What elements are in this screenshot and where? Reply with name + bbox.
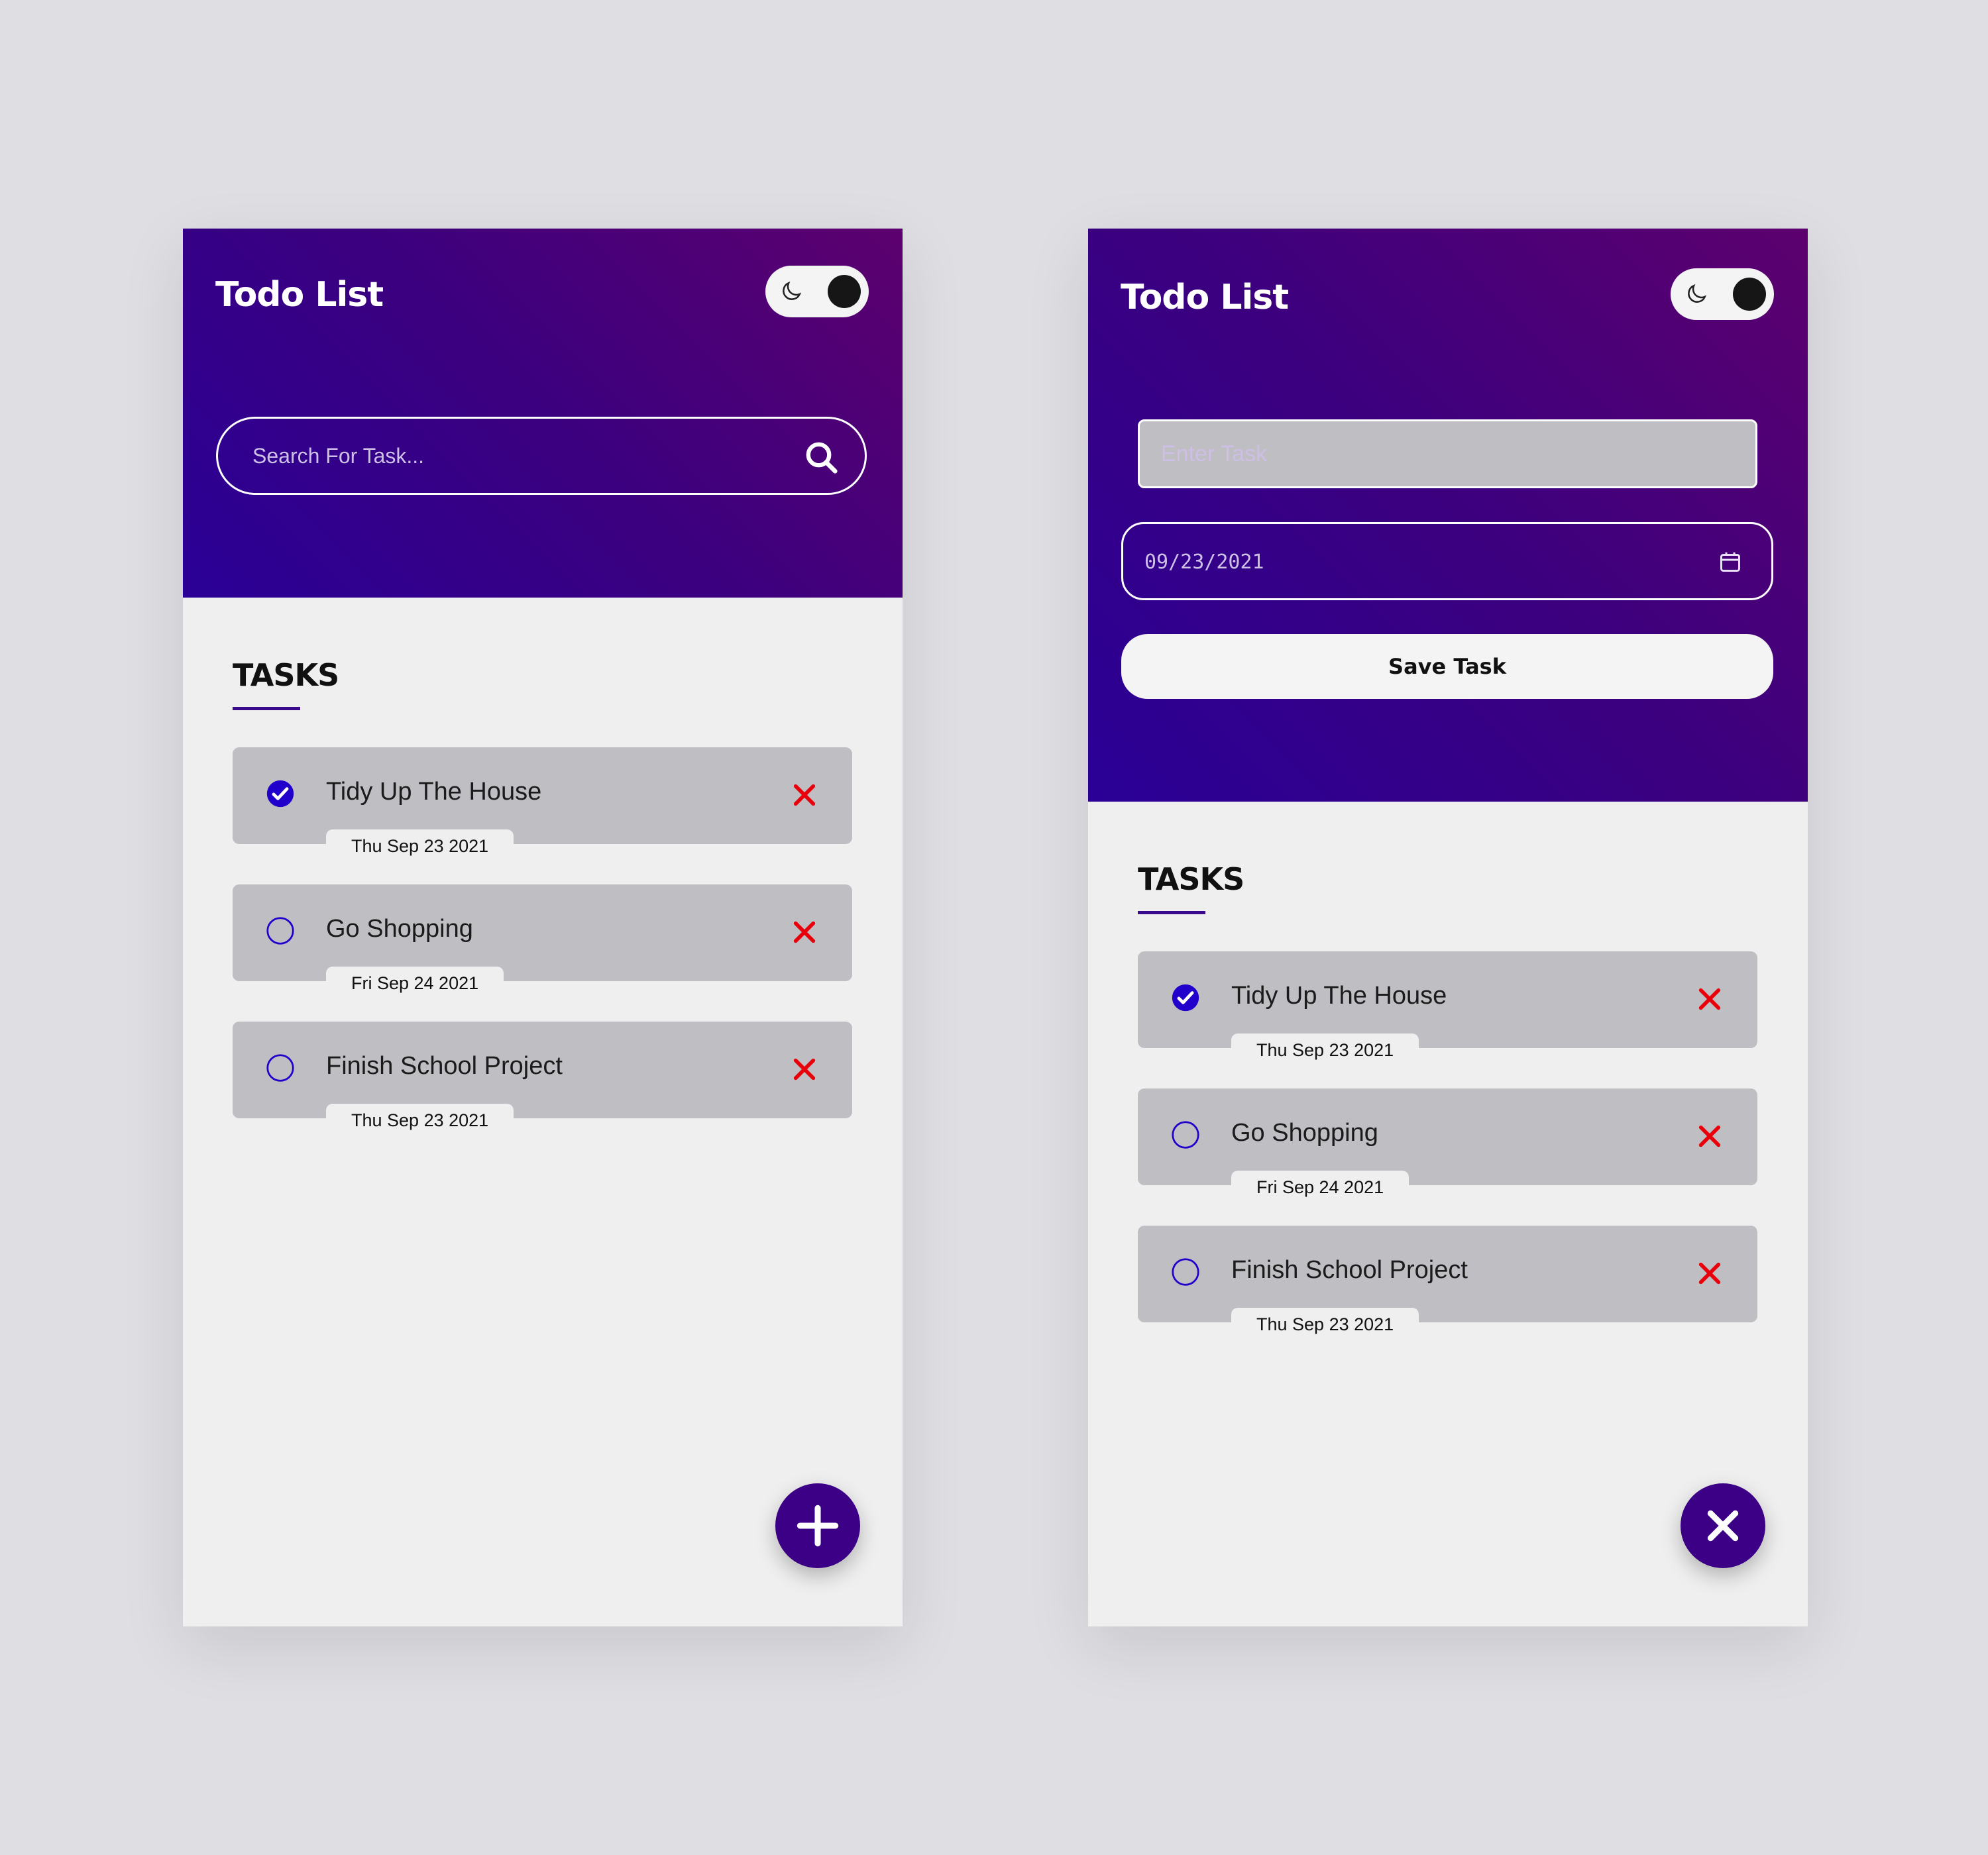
heading-underline [233, 707, 300, 710]
app-title: Todo List [1121, 278, 1289, 317]
task-input-placeholder: Enter Task [1161, 441, 1268, 466]
task-item[interactable]: Tidy Up The House Thu Sep 23 2021 [1138, 951, 1757, 1064]
task-item[interactable]: Go Shopping Fri Sep 24 2021 [233, 884, 852, 997]
unchecked-circle-icon[interactable] [1171, 1257, 1200, 1287]
task-date: Thu Sep 23 2021 [1231, 1308, 1419, 1338]
save-task-button[interactable]: Save Task [1121, 634, 1773, 699]
search-icon[interactable] [804, 440, 840, 476]
task-item[interactable]: Finish School Project Thu Sep 23 2021 [233, 1022, 852, 1134]
search-placeholder: Search For Task... [252, 444, 425, 468]
date-input-value: 09/23/2021 [1144, 551, 1264, 574]
todo-screen-search: Todo List Search For Task... TASKS Tidy … [183, 229, 903, 1626]
theme-toggle[interactable] [1671, 268, 1774, 320]
heading-underline [1138, 911, 1205, 914]
plus-icon [797, 1505, 839, 1547]
task-item[interactable]: Tidy Up The House Thu Sep 23 2021 [233, 747, 852, 860]
tasks-heading: TASKS [1138, 861, 1244, 897]
task-label: Tidy Up The House [326, 778, 542, 806]
task-label: Finish School Project [1231, 1256, 1468, 1284]
moon-icon [1688, 284, 1707, 303]
moon-icon [783, 281, 802, 300]
toggle-knob [1733, 278, 1766, 311]
delete-icon[interactable] [1696, 986, 1723, 1012]
task-date: Fri Sep 24 2021 [1231, 1171, 1409, 1201]
checked-circle-icon[interactable] [266, 779, 295, 808]
delete-icon[interactable] [791, 919, 818, 945]
task-item[interactable]: Finish School Project Thu Sep 23 2021 [1138, 1226, 1757, 1338]
app-header: Todo List Enter Task 09/23/2021 Save Tas… [1088, 229, 1808, 802]
close-form-button[interactable] [1681, 1483, 1765, 1568]
unchecked-circle-icon[interactable] [266, 1053, 295, 1083]
delete-icon[interactable] [1696, 1123, 1723, 1149]
delete-icon[interactable] [791, 782, 818, 808]
task-input[interactable]: Enter Task [1138, 419, 1757, 488]
app-header: Todo List Search For Task... [183, 229, 903, 598]
unchecked-circle-icon[interactable] [266, 916, 295, 945]
calendar-icon[interactable] [1718, 549, 1742, 574]
checked-circle-icon[interactable] [1171, 983, 1200, 1012]
task-date: Thu Sep 23 2021 [326, 1104, 514, 1134]
theme-toggle[interactable] [765, 266, 869, 317]
task-label: Tidy Up The House [1231, 982, 1447, 1010]
unchecked-circle-icon[interactable] [1171, 1120, 1200, 1149]
date-input[interactable]: 09/23/2021 [1121, 522, 1773, 600]
add-task-button[interactable] [775, 1483, 860, 1568]
search-input[interactable]: Search For Task... [216, 417, 867, 495]
tasks-panel: TASKS Tidy Up The House Thu Sep 23 2021 … [1088, 802, 1808, 1626]
delete-icon[interactable] [791, 1056, 818, 1083]
task-label: Go Shopping [1231, 1119, 1378, 1147]
tasks-heading: TASKS [233, 657, 339, 693]
delete-icon[interactable] [1696, 1260, 1723, 1287]
task-date: Fri Sep 24 2021 [326, 967, 504, 997]
task-date: Thu Sep 23 2021 [1231, 1034, 1419, 1064]
task-item[interactable]: Go Shopping Fri Sep 24 2021 [1138, 1088, 1757, 1201]
app-title: Todo List [215, 275, 384, 315]
task-date: Thu Sep 23 2021 [326, 829, 514, 860]
task-label: Finish School Project [326, 1052, 563, 1080]
tasks-panel: TASKS Tidy Up The House Thu Sep 23 2021 … [183, 598, 903, 1626]
close-icon [1707, 1510, 1739, 1542]
task-label: Go Shopping [326, 915, 473, 943]
toggle-knob [828, 275, 861, 308]
todo-screen-add-task: Todo List Enter Task 09/23/2021 Save Tas… [1088, 229, 1808, 1626]
